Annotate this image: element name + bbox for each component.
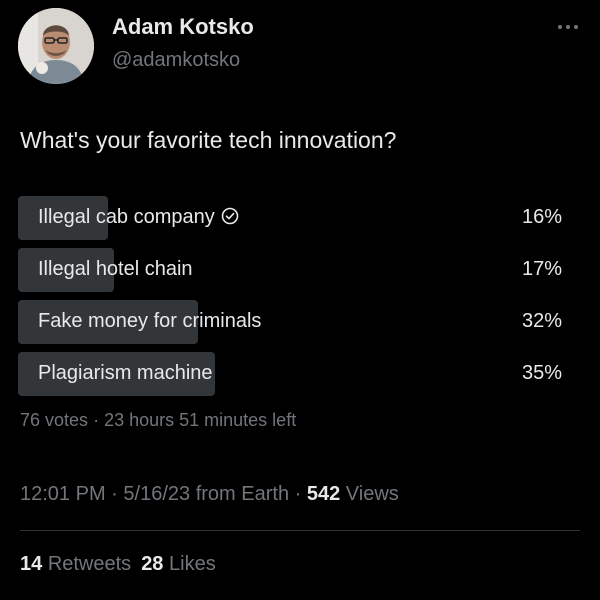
poll-option[interactable]: Plagiarism machine 35% [18, 352, 582, 396]
separator: · [93, 410, 100, 430]
separator: · [111, 483, 118, 505]
time-left: 23 hours 51 minutes left [104, 410, 297, 430]
tweet-timestamp: 12:01 PM · 5/16/23 from Earth · 542 View… [20, 483, 399, 506]
tweet-source: from Earth [195, 483, 290, 505]
tweet-text: What's your favorite tech innovation? [20, 127, 397, 153]
vote-count: 76 votes [20, 410, 89, 430]
retweets-link[interactable]: 14 Retweets [20, 553, 131, 575]
likes-count: 28 [141, 553, 164, 575]
poll-option-label: Fake money for criminals [38, 310, 262, 332]
poll-option-percent: 35% [521, 362, 562, 384]
tweet-date[interactable]: 5/16/23 [123, 483, 190, 505]
separator: · [294, 483, 302, 505]
poll-option-percent: 32% [521, 310, 562, 332]
poll-option-label: Plagiarism machine [38, 362, 213, 384]
poll-option-label: Illegal hotel chain [38, 258, 193, 280]
likes-link[interactable]: 28 Likes [141, 553, 216, 575]
views-count: 542 [306, 483, 341, 505]
retweets-label: Retweets [47, 553, 132, 575]
avatar[interactable] [18, 8, 94, 84]
tweet-time[interactable]: 12:01 PM [20, 483, 106, 505]
profile-photo [18, 8, 94, 84]
poll-meta: 76 votes · 23 hours 51 minutes left [20, 410, 296, 431]
poll: Illegal cab company 16% Illegal hotel ch… [18, 196, 582, 404]
poll-option[interactable]: Fake money for criminals 32% [18, 300, 582, 344]
more-horizontal-icon[interactable] [556, 22, 580, 32]
check-circle-icon [221, 207, 239, 225]
poll-option-label: Illegal cab company [38, 206, 239, 229]
poll-option[interactable]: Illegal hotel chain 17% [18, 248, 582, 292]
poll-option[interactable]: Illegal cab company 16% [18, 196, 582, 240]
author-name[interactable]: Adam Kotsko [112, 14, 254, 40]
engagement-stats: 14 Retweets 28 Likes [20, 553, 216, 576]
likes-label: Likes [169, 553, 216, 575]
poll-option-percent: 17% [521, 258, 562, 280]
author-handle[interactable]: @adamkotsko [112, 49, 240, 72]
divider [20, 530, 580, 531]
poll-option-percent: 16% [521, 206, 562, 228]
views-label: Views [345, 483, 399, 505]
retweets-count: 14 [20, 553, 43, 575]
